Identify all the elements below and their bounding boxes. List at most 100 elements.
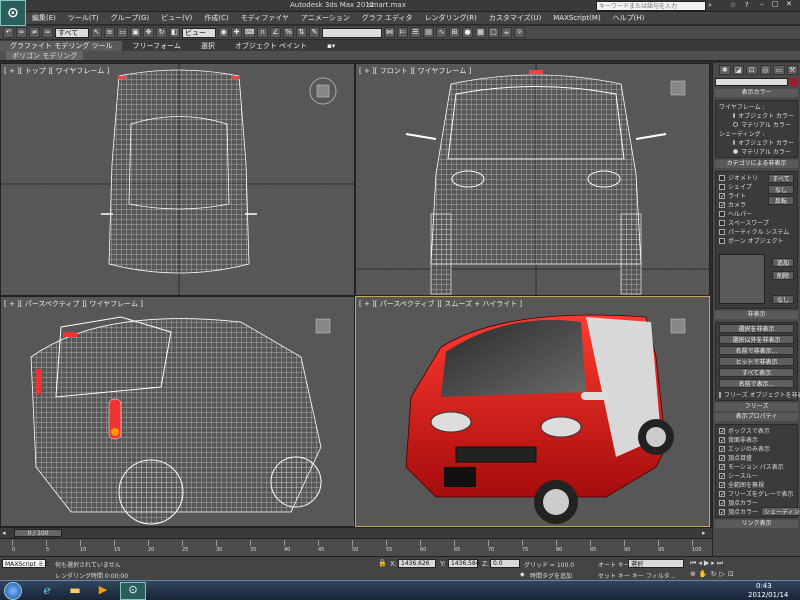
go-to-start-icon[interactable]: ⏮ <box>690 559 696 568</box>
shaded-button[interactable]: シェーディング <box>761 507 800 516</box>
go-to-end-icon[interactable]: ⏭ <box>717 559 723 568</box>
shade-material-color-radio[interactable]: マテリアル カラー <box>719 147 794 156</box>
prev-key-icon[interactable]: ◂ <box>698 559 702 568</box>
help-search-input[interactable] <box>596 1 706 11</box>
display-prop-checkbox[interactable]: ✓ 頂点目盛 <box>719 453 794 462</box>
snap-icon[interactable]: ∩ <box>257 27 268 38</box>
y-coord-field[interactable]: 1436.584 <box>448 559 480 568</box>
render-frame-icon[interactable]: ▢ <box>488 27 499 38</box>
category-checkbox[interactable]: ボーン オブジェクト <box>719 236 794 245</box>
ie-icon[interactable]: ℯ <box>36 583 58 599</box>
search-icon[interactable]: ⌕ <box>708 1 712 10</box>
menu-item[interactable]: モディファイヤ <box>235 13 295 23</box>
next-key-icon[interactable]: ▸ <box>711 559 715 568</box>
mirror-icon[interactable]: ⋈ <box>384 27 395 38</box>
percent-snap-icon[interactable]: % <box>283 27 294 38</box>
keyboard-icon[interactable]: ⌨ <box>244 27 255 38</box>
menu-item[interactable]: レンダリング(R) <box>419 13 483 23</box>
maximize-viewport-icon[interactable]: ⊡ <box>728 570 734 578</box>
ribbon-tab-graphite[interactable]: グラファイト モデリング ツール <box>0 40 123 51</box>
unlink-icon[interactable]: ≠ <box>29 27 40 38</box>
z-coord-field[interactable]: 0.0 <box>490 559 520 568</box>
bind-icon[interactable]: ≈ <box>42 27 53 38</box>
wire-object-color-radio[interactable]: オブジェクト カラー <box>719 111 794 120</box>
object-color-swatch[interactable] <box>790 78 798 86</box>
ribbon-tab-freeform[interactable]: フリーフォーム <box>122 41 190 51</box>
create-tab-icon[interactable]: ✱ <box>719 65 731 75</box>
object-name-field[interactable] <box>715 78 788 86</box>
hide-button[interactable]: 名前で非表示... <box>719 346 794 355</box>
category-checkbox[interactable]: スペースワープ <box>719 218 794 227</box>
category-list-none-button[interactable]: なし <box>772 295 794 304</box>
polygon-modeling-tab[interactable]: ポリゴン モデリング <box>6 51 84 60</box>
time-slider-thumb[interactable]: 0 / 100 <box>14 529 62 537</box>
maximize-icon[interactable]: □ <box>772 0 779 8</box>
zoom-icon[interactable]: ⊕ <box>690 570 696 578</box>
undo-icon[interactable]: ↶ <box>3 27 14 38</box>
minimize-icon[interactable]: – <box>760 0 764 8</box>
scale-icon[interactable]: ◧ <box>169 27 180 38</box>
menu-item[interactable]: MAXScript(M) <box>547 14 606 22</box>
hide-button[interactable]: ヒットで非表示 <box>719 357 794 366</box>
viewport-perspective-wireframe[interactable]: [ + ][ パースペクティブ ][ ワイヤフレーム ] <box>0 296 355 527</box>
app-menu-button[interactable]: ⊙ <box>0 0 26 26</box>
menu-item[interactable]: 作成(C) <box>198 13 234 23</box>
manipulate-icon[interactable]: ✚ <box>231 27 242 38</box>
category-checkbox[interactable]: パーティクル システム <box>719 227 794 236</box>
category-checkbox[interactable]: ヘルパー <box>719 209 794 218</box>
display-props-header[interactable]: 表示プロパティ <box>715 413 798 421</box>
render-icon[interactable]: ☕ <box>501 27 512 38</box>
display-prop-checkbox[interactable]: ✓ フリーズをグレーで表示 <box>719 489 794 498</box>
time-slider[interactable]: 0 / 100 ◂ ▸ <box>0 527 712 538</box>
field-of-view-icon[interactable]: ▷ <box>719 570 724 578</box>
display-prop-checkbox[interactable]: ✓ 背面非表示 <box>719 435 794 444</box>
category-remove-button[interactable]: 削除 <box>772 271 794 280</box>
display-prop-checkbox[interactable]: ✓ 全範囲を無視 <box>719 480 794 489</box>
start-button[interactable] <box>4 582 22 600</box>
auto-key-button[interactable]: オート キー <box>598 560 630 569</box>
coord-system-dropdown[interactable]: ビュー <box>182 27 216 38</box>
display-prop-checkbox[interactable]: ✓ ボックスで表示 <box>719 426 794 435</box>
render-setup-icon[interactable]: ▦ <box>475 27 486 38</box>
menu-item[interactable]: ビュー(V) <box>155 13 198 23</box>
maxscript-listener[interactable]: MAXScript ミニ <box>2 559 50 568</box>
viewport-front-label[interactable]: [ + ][ フロント ][ ワイヤフレーム ] <box>359 66 471 76</box>
named-selection-icon[interactable]: ✎ <box>309 27 320 38</box>
hide-button[interactable]: すべて表示 <box>719 368 794 377</box>
display-prop-checkbox[interactable]: ✓ 頂点カラー <box>719 498 794 507</box>
category-list-box[interactable] <box>719 254 765 304</box>
pivot-icon[interactable]: ◉ <box>218 27 229 38</box>
motion-tab-icon[interactable]: ◎ <box>759 65 771 75</box>
add-time-tag-icon[interactable]: ◆ <box>520 571 525 578</box>
link-icon[interactable]: ∞ <box>16 27 27 38</box>
spinner-snap-icon[interactable]: ⇅ <box>296 27 307 38</box>
category-add-button[interactable]: 追加 <box>772 258 794 267</box>
hide-frozen-checkbox[interactable]: フリーズ オブジェクトを非表示 <box>719 390 800 399</box>
angle-snap-icon[interactable]: ∠ <box>270 27 281 38</box>
3dsmax-taskbar-icon[interactable]: ⊙ <box>120 582 146 600</box>
hide-button[interactable]: 選択以外を非表示 <box>719 335 794 344</box>
viewport-top[interactable]: [ + ][ トップ ][ ワイヤフレーム ] <box>0 63 355 296</box>
wire-material-color-radio[interactable]: マテリアル カラー <box>719 120 794 129</box>
select-icon[interactable]: ↖ <box>91 27 102 38</box>
category-none-button[interactable]: なし <box>768 185 794 194</box>
key-filters-button[interactable]: キー フィルタ... <box>632 571 676 580</box>
display-tab-icon[interactable]: ▭ <box>773 65 785 75</box>
hide-header[interactable]: 非表示 <box>715 311 798 319</box>
ribbon-options-icon[interactable]: ▪▾ <box>317 42 345 50</box>
hide-button[interactable]: 選択を非表示 <box>719 324 794 333</box>
menu-item[interactable]: アニメーション <box>295 13 356 23</box>
close-icon[interactable]: ✕ <box>786 0 792 8</box>
media-player-icon[interactable]: ▶ <box>92 583 114 599</box>
utilities-tab-icon[interactable]: ⚒ <box>786 65 798 75</box>
shade-object-color-radio[interactable]: オブジェクト カラー <box>719 138 794 147</box>
display-prop-checkbox[interactable]: ✓ モーション パス表示 <box>719 462 794 471</box>
x-coord-field[interactable]: 1436.626 <box>398 559 436 568</box>
region-icon[interactable]: ▭ <box>117 27 128 38</box>
material-editor-icon[interactable]: ● <box>462 27 473 38</box>
graphite-icon[interactable]: ▤ <box>423 27 434 38</box>
menu-item[interactable]: カスタマイズ(U) <box>483 13 547 23</box>
curve-editor-icon[interactable]: ∿ <box>436 27 447 38</box>
menu-item[interactable]: ツール(T) <box>62 13 105 23</box>
hierarchy-tab-icon[interactable]: ⊡ <box>746 65 758 75</box>
